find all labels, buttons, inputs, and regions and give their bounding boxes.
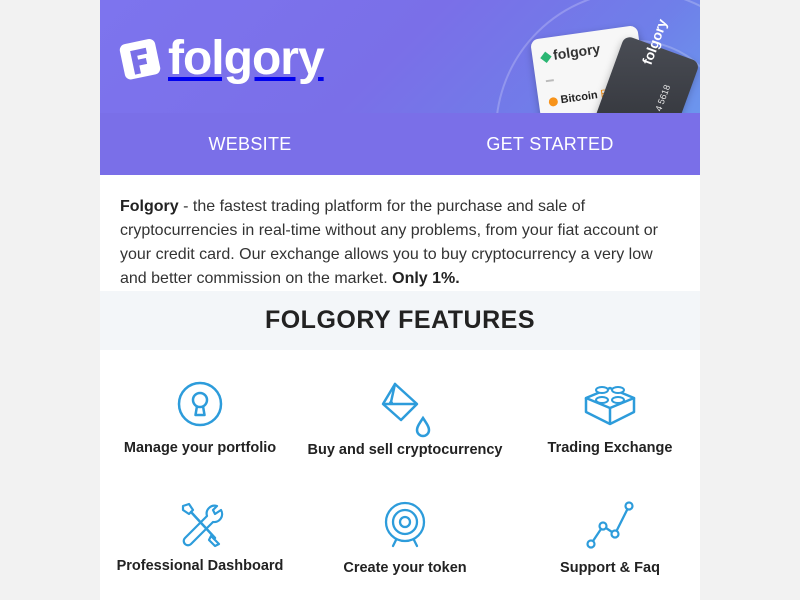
features-title: FOLGORY FEATURES [100,291,700,350]
feature-label: Manage your portfolio [123,440,277,456]
intro-paragraph: Folgory - the fastest trading platform f… [100,175,700,291]
intro-brand: Folgory [120,198,179,215]
hero-banner: folgory ◆folgory BitcoinBTC folgory 4 56… [100,0,700,175]
paint-bucket-icon [381,382,431,438]
features-grid: Manage your portfolio Buy and sell crypt… [100,350,700,580]
feature-manage-portfolio[interactable]: Manage your portfolio [100,380,300,456]
feature-label: Support & Faq [560,560,660,576]
nav-bar: WEBSITE GET STARTED [100,113,700,175]
get-started-link[interactable]: GET STARTED [400,113,700,175]
dark-card-number: 4 5618 [653,83,673,113]
feature-professional-dashboard[interactable]: Professional Dashboard [100,500,300,574]
feature-trading-exchange[interactable]: Trading Exchange [510,380,700,456]
feature-buy-sell[interactable]: Buy and sell cryptocurrency [305,380,505,458]
keyhole-icon [177,381,223,427]
lego-brick-icon [584,386,636,426]
target-icon [384,501,426,548]
intro-text: - the fastest trading platform for the p… [120,198,658,287]
intro-emphasis: Only 1%. [392,270,460,287]
tools-icon [181,502,224,548]
card-brand: ◆folgory [539,40,601,65]
folgory-logo[interactable]: folgory [118,32,325,85]
feature-create-token[interactable]: Create your token [305,500,505,576]
feature-support-faq[interactable]: Support & Faq [510,500,700,576]
email-container: folgory ◆folgory BitcoinBTC folgory 4 56… [100,0,700,600]
folgory-logo-icon [119,38,161,80]
card-coin-name: Bitcoin [559,89,599,107]
bitcoin-icon [548,96,559,107]
feature-label: Trading Exchange [547,440,673,456]
logo-text: folgory [168,32,325,85]
credit-cards-illustration: ◆folgory BitcoinBTC folgory 4 5618 [530,17,700,175]
feature-label: Professional Dashboard [116,558,284,574]
feature-label: Create your token [343,560,467,576]
card-brand-text: folgory [551,40,602,63]
feature-label: Buy and sell cryptocurrency [307,442,503,458]
card-chip-line [545,79,554,83]
card-logo-icon: ◆ [539,47,553,65]
line-chart-icon [586,501,634,549]
website-link[interactable]: WEBSITE [100,113,400,175]
